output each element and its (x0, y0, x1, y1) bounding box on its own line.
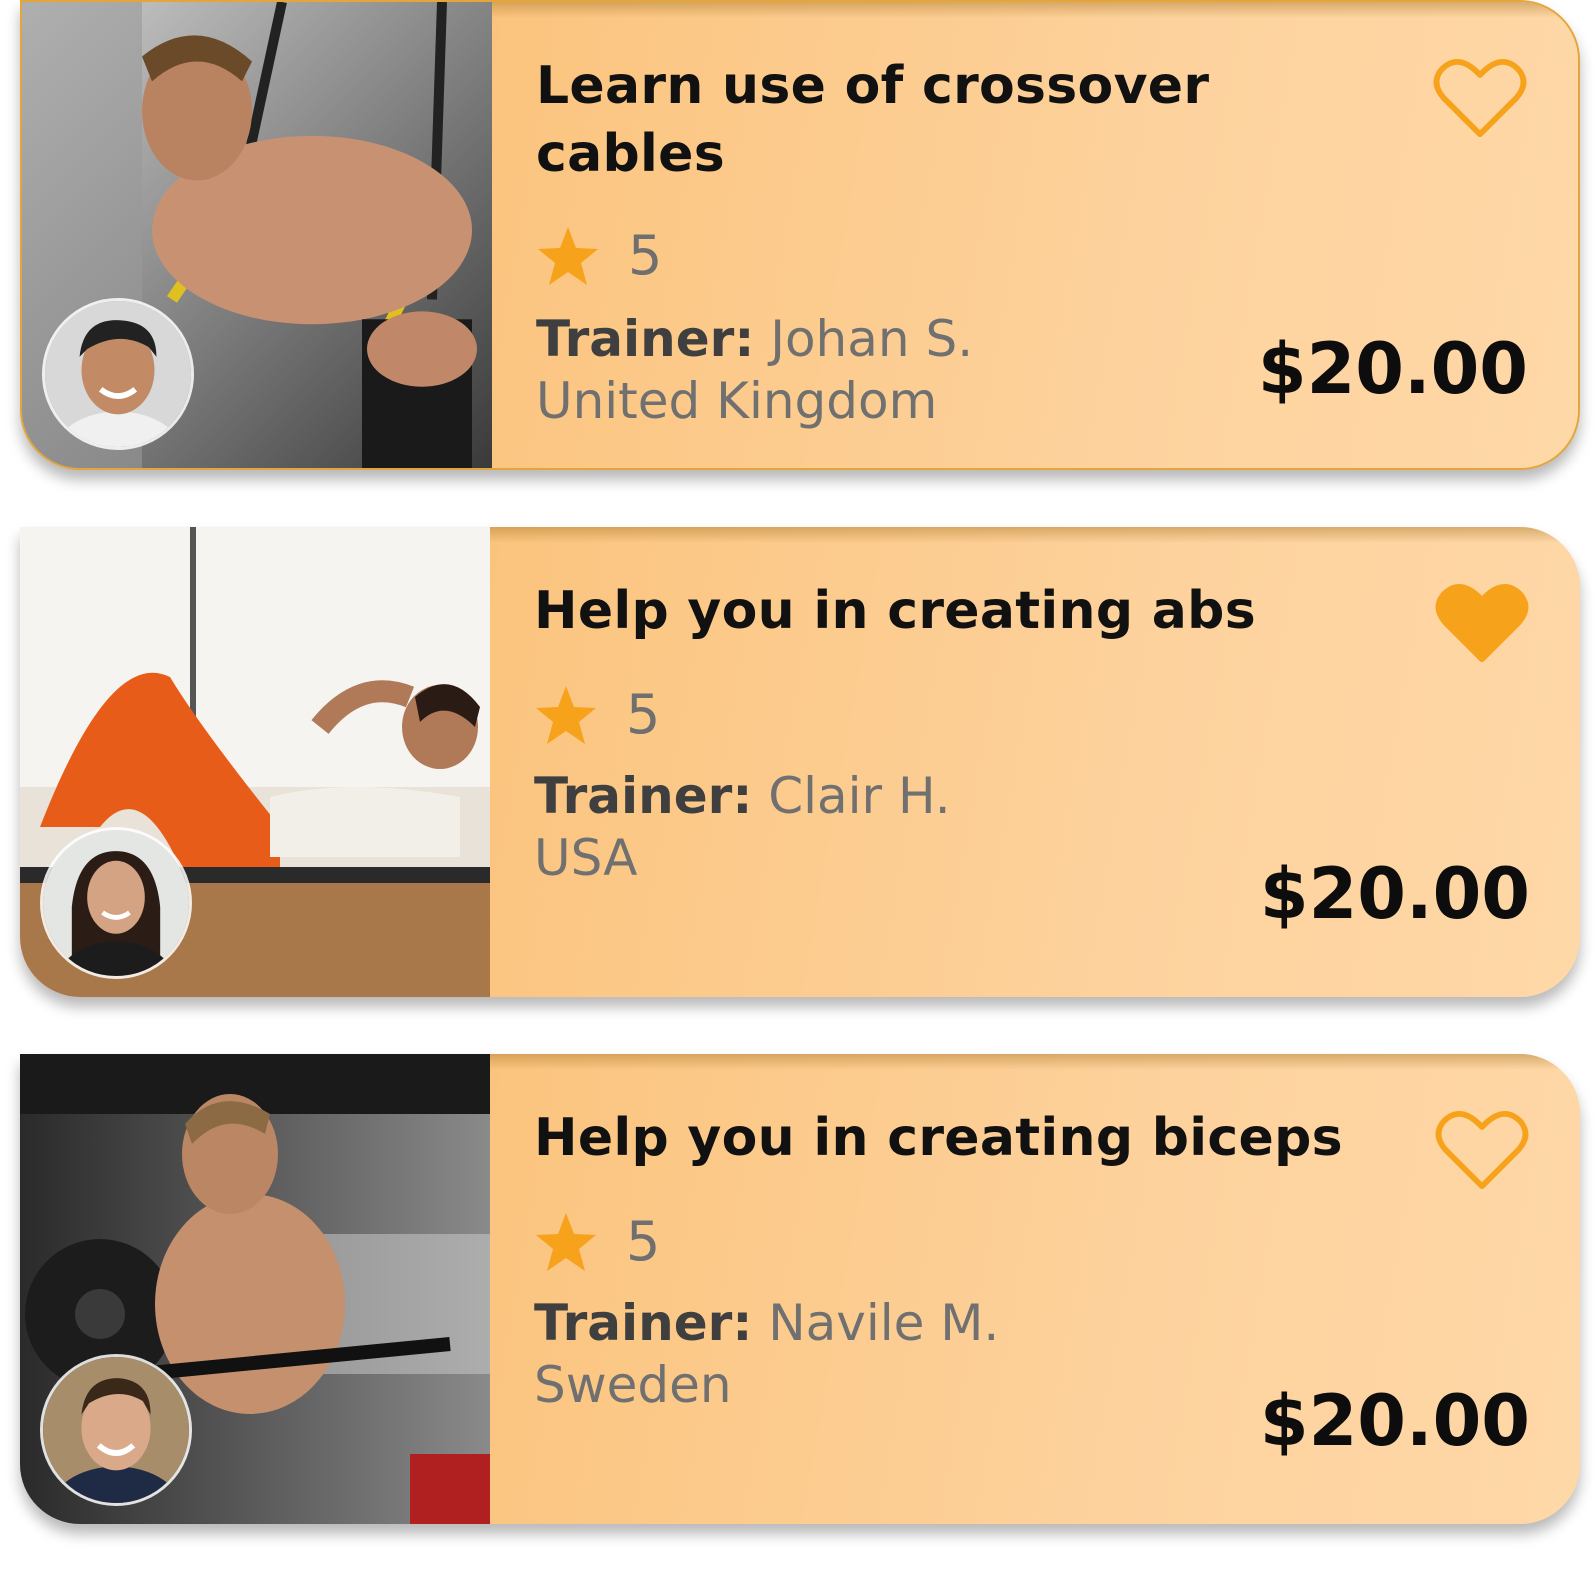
course-photo (22, 2, 492, 468)
trainer-label: Trainer: (536, 310, 755, 368)
star-icon (534, 684, 598, 746)
course-info: Help you in creating biceps 5 Trainer: N… (490, 1054, 1580, 1524)
trainer-label: Trainer: (534, 767, 753, 825)
star-icon (536, 225, 600, 287)
course-title: Learn use of crossover cables (536, 56, 1210, 184)
course-price: $20.00 (1259, 1380, 1530, 1462)
course-title: Help you in creating abs (534, 581, 1256, 641)
trainer-country: USA (534, 829, 638, 887)
heart-icon (1434, 579, 1530, 665)
course-card[interactable]: Help you in creating abs 5 Trainer: Clai… (20, 527, 1580, 997)
heart-icon (1432, 54, 1528, 140)
favorite-button[interactable] (1434, 1106, 1530, 1192)
trainer-avatar (40, 827, 192, 979)
course-photo (20, 1054, 490, 1524)
rating-value: 5 (626, 683, 661, 746)
rating-value: 5 (628, 224, 663, 287)
favorite-button[interactable] (1434, 579, 1530, 665)
course-rating: 5 (534, 683, 660, 746)
course-price: $20.00 (1257, 328, 1528, 410)
trainer-line: Trainer: Johan S. (536, 308, 973, 370)
course-card[interactable]: Help you in creating biceps 5 Trainer: N… (20, 1054, 1580, 1524)
trainer-avatar (40, 1354, 192, 1506)
course-info: Help you in creating abs 5 Trainer: Clai… (490, 527, 1580, 997)
trainer-avatar (42, 298, 194, 450)
course-card[interactable]: Learn use of crossover cables 5 Trainer:… (20, 0, 1580, 470)
trainer-line: Trainer: Clair H. (534, 765, 951, 827)
trainer-name: Johan S. (770, 310, 974, 368)
course-list: Learn use of crossover cables 5 Trainer:… (0, 0, 1596, 1580)
heart-icon (1434, 1106, 1530, 1192)
course-rating: 5 (534, 1210, 660, 1273)
trainer-country: United Kingdom (536, 372, 938, 430)
trainer-name: Navile M. (768, 1294, 1000, 1352)
course-photo (20, 527, 490, 997)
course-price: $20.00 (1259, 853, 1530, 935)
favorite-button[interactable] (1432, 54, 1528, 140)
trainer-label: Trainer: (534, 1294, 753, 1352)
course-info: Learn use of crossover cables 5 Trainer:… (492, 2, 1578, 468)
course-rating: 5 (536, 224, 662, 287)
trainer-name: Clair H. (768, 767, 951, 825)
rating-value: 5 (626, 1210, 661, 1273)
trainer-line: Trainer: Navile M. (534, 1292, 999, 1354)
star-icon (534, 1211, 598, 1273)
course-title: Help you in creating biceps (534, 1108, 1343, 1168)
trainer-country: Sweden (534, 1356, 732, 1414)
